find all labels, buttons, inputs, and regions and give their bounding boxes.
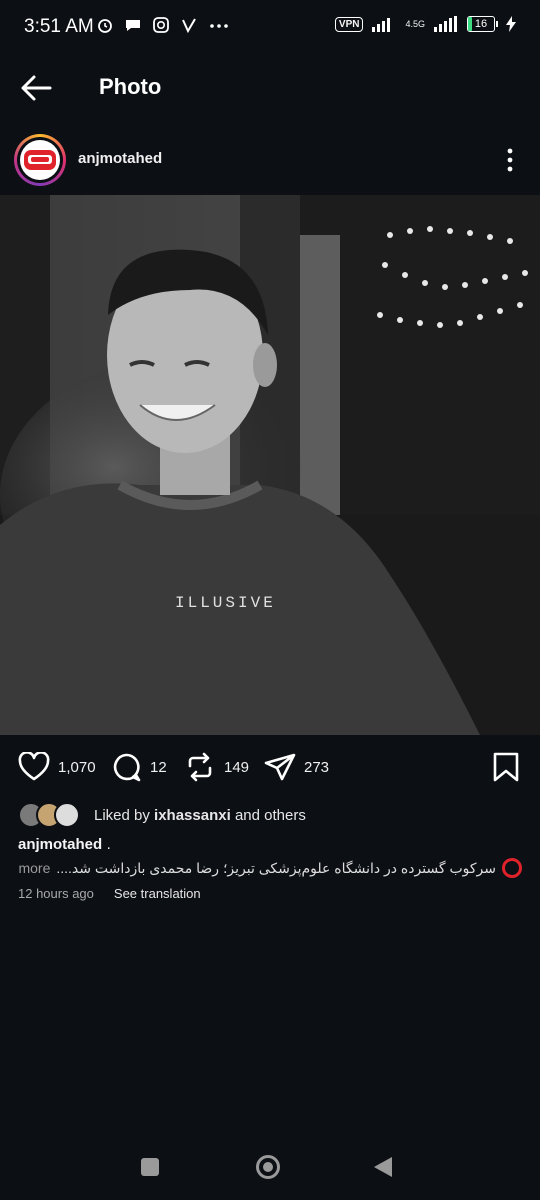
share-button[interactable]: 273 xyxy=(264,752,329,782)
bookmark-icon xyxy=(493,752,519,782)
home-button[interactable] xyxy=(256,1155,280,1179)
caption-username[interactable]: anjmotahed xyxy=(18,836,102,853)
hoodie-text: ILLUSIVE xyxy=(175,594,276,612)
page-title: Photo xyxy=(99,74,162,99)
caption: anjmotahed . more سرکوب گسترده در دانشگا… xyxy=(18,836,522,878)
send-icon xyxy=(264,753,296,781)
vpn-badge: VPN xyxy=(334,16,364,32)
v-icon xyxy=(182,18,196,34)
instagram-icon xyxy=(153,17,169,33)
heart-icon xyxy=(18,752,50,781)
signal-icon-2 xyxy=(434,16,457,32)
photo-image: ILLUSIVE xyxy=(0,195,540,735)
status-left-icons xyxy=(96,16,230,34)
comment-count: 12 xyxy=(150,758,167,776)
post-meta: 12 hours ago See translation xyxy=(18,886,201,901)
caption-text: سرکوب گسترده در دانشگاه علوم‌پزشکی تبریز… xyxy=(56,859,496,876)
like-count: 1,070 xyxy=(58,758,96,776)
liked-by-text: Liked by ixhassanxi and others xyxy=(94,806,306,824)
liker-avatar xyxy=(54,802,80,828)
comment-button[interactable]: 12 xyxy=(110,752,167,782)
liked-by-user[interactable]: ixhassanxi xyxy=(154,807,231,824)
status-bar: 3:51 AM VPN 4.5G 16 xyxy=(0,0,540,56)
system-nav-bar xyxy=(0,1140,540,1200)
signal-icon xyxy=(372,18,391,32)
like-button[interactable]: 1,070 xyxy=(18,752,96,782)
charging-icon xyxy=(506,16,516,32)
system-back-button[interactable] xyxy=(374,1157,392,1177)
back-button[interactable] xyxy=(18,70,58,106)
recents-button[interactable] xyxy=(141,1158,159,1176)
caption-dot: . xyxy=(106,836,111,853)
see-translation-link[interactable]: See translation xyxy=(114,886,201,901)
top-bar: Photo xyxy=(0,56,540,116)
vertical-dots-icon xyxy=(507,148,513,172)
share-count: 273 xyxy=(304,758,330,776)
battery-level: 16 xyxy=(474,18,488,30)
post-options-button[interactable] xyxy=(498,146,522,174)
battery-fill xyxy=(468,17,473,31)
post-time: 12 hours ago xyxy=(18,886,94,901)
post-photo[interactable]: ILLUSIVE xyxy=(0,195,540,735)
network-label: 4.5G xyxy=(405,18,425,29)
repost-count: 149 xyxy=(224,758,250,776)
author-row: anjmotahed xyxy=(0,130,540,190)
post-actions: 1,070 12 149 273 xyxy=(0,748,540,788)
battery: 16 xyxy=(467,16,498,32)
author-logo-icon xyxy=(24,150,56,170)
status-right: VPN 4.5G 16 xyxy=(334,16,516,32)
repost-button[interactable]: 149 xyxy=(184,752,249,782)
more-dots-icon xyxy=(210,24,228,28)
caption-more-link[interactable]: more xyxy=(18,860,50,876)
status-time: 3:51 AM xyxy=(24,16,94,37)
red-circle-icon xyxy=(502,858,522,878)
liked-by-row[interactable]: Liked by ixhassanxi and others xyxy=(18,802,306,828)
author-username[interactable]: anjmotahed xyxy=(78,150,162,167)
chat-bubble-icon xyxy=(126,20,140,31)
alarm-icon xyxy=(98,19,112,33)
repost-icon xyxy=(188,752,212,782)
author-avatar[interactable] xyxy=(14,134,66,186)
bookmark-button[interactable] xyxy=(492,752,520,787)
comment-icon xyxy=(113,753,141,782)
arrow-left-icon xyxy=(21,75,52,101)
